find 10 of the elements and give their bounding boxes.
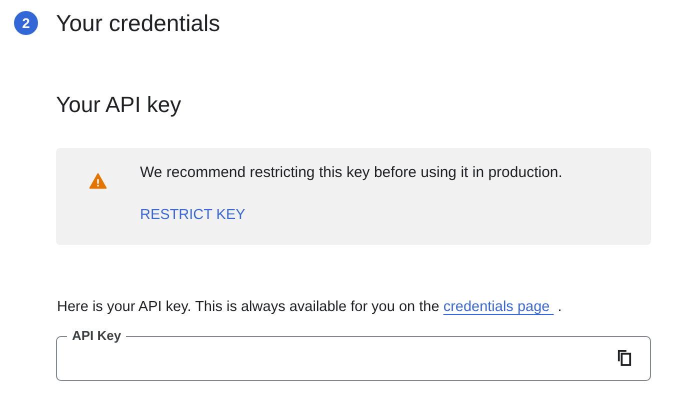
notice-message: We recommend restricting this key before using it in production. (140, 164, 562, 182)
api-key-field[interactable]: API Key (56, 329, 651, 381)
section-title: Your API key (56, 91, 182, 119)
restrict-key-link[interactable]: RESTRICT KEY (140, 206, 246, 224)
step-title: Your credentials (56, 9, 220, 38)
step-number-badge: 2 (14, 11, 38, 35)
credentials-page-link[interactable]: credentials page (443, 299, 554, 315)
warning-icon (89, 173, 107, 189)
info-text: Here is your API key. This is always available for you on the credentials page . (57, 298, 563, 316)
copy-button[interactable] (615, 347, 634, 368)
